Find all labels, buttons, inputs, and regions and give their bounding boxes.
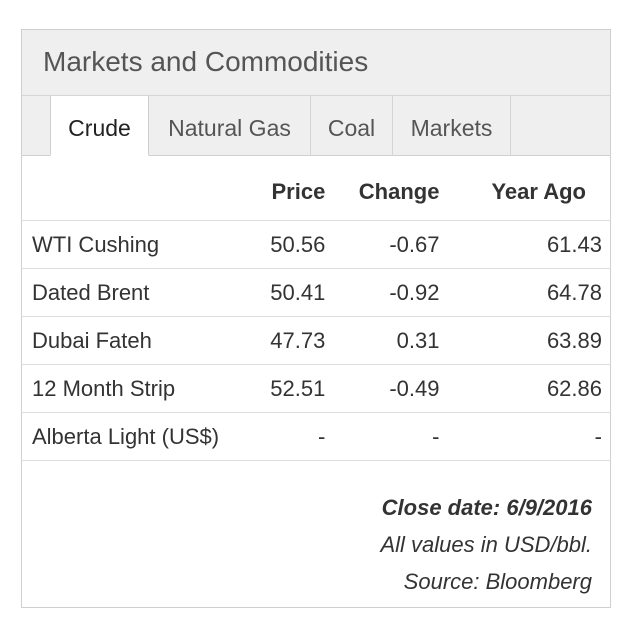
header-price: Price bbox=[261, 156, 326, 221]
header-year-ago: Year Ago bbox=[439, 156, 610, 221]
footer-notes: Close date: 6/9/2016 All values in USD/b… bbox=[22, 461, 610, 600]
markets-widget: Markets and Commodities Crude Natural Ga… bbox=[21, 29, 611, 608]
row-name: WTI Cushing bbox=[22, 220, 262, 269]
tab-crude[interactable]: Crude bbox=[50, 96, 149, 156]
row-year-ago: 63.89 bbox=[439, 316, 610, 365]
price-table: Price Change Year Ago WTI Cushing 50.56 … bbox=[22, 156, 610, 461]
row-change: -0.67 bbox=[325, 220, 440, 269]
row-name: 12 Month Strip bbox=[22, 364, 262, 413]
close-date: Close date: 6/9/2016 bbox=[381, 495, 592, 520]
row-year-ago: - bbox=[439, 412, 610, 461]
tab-natural-gas[interactable]: Natural Gas bbox=[149, 96, 311, 156]
widget-title: Markets and Commodities bbox=[22, 30, 610, 96]
header-name bbox=[22, 156, 262, 221]
row-year-ago: 64.78 bbox=[439, 268, 610, 317]
table-row: Dated Brent 50.41 -0.92 64.78 bbox=[22, 268, 610, 317]
row-year-ago: 61.43 bbox=[439, 220, 610, 269]
row-name: Dated Brent bbox=[22, 268, 262, 317]
table-row: 12 Month Strip 52.51 -0.49 62.86 bbox=[22, 364, 610, 413]
header-change: Change bbox=[325, 156, 440, 221]
row-change: -0.49 bbox=[325, 364, 440, 413]
row-change: 0.31 bbox=[325, 316, 440, 365]
row-price: 47.73 bbox=[261, 316, 326, 365]
row-name: Dubai Fateh bbox=[22, 316, 262, 365]
row-price: 50.41 bbox=[261, 268, 326, 317]
row-price: 50.56 bbox=[261, 220, 326, 269]
row-name: Alberta Light (US$) bbox=[22, 412, 262, 461]
row-change: - bbox=[325, 412, 440, 461]
tab-coal[interactable]: Coal bbox=[311, 96, 393, 156]
row-change: -0.92 bbox=[325, 268, 440, 317]
table-row: WTI Cushing 50.56 -0.67 61.43 bbox=[22, 220, 610, 269]
table-row: Dubai Fateh 47.73 0.31 63.89 bbox=[22, 316, 610, 365]
row-price: 52.51 bbox=[261, 364, 326, 413]
units-note: All values in USD/bbl. bbox=[380, 532, 592, 557]
tab-bar: Crude Natural Gas Coal Markets bbox=[22, 96, 610, 156]
table-header-row: Price Change Year Ago bbox=[22, 156, 610, 221]
row-year-ago: 62.86 bbox=[439, 364, 610, 413]
source-note: Source: Bloomberg bbox=[403, 569, 592, 594]
tab-markets[interactable]: Markets bbox=[393, 96, 511, 156]
table-row: Alberta Light (US$) - - - bbox=[22, 412, 610, 461]
row-price: - bbox=[261, 412, 326, 461]
